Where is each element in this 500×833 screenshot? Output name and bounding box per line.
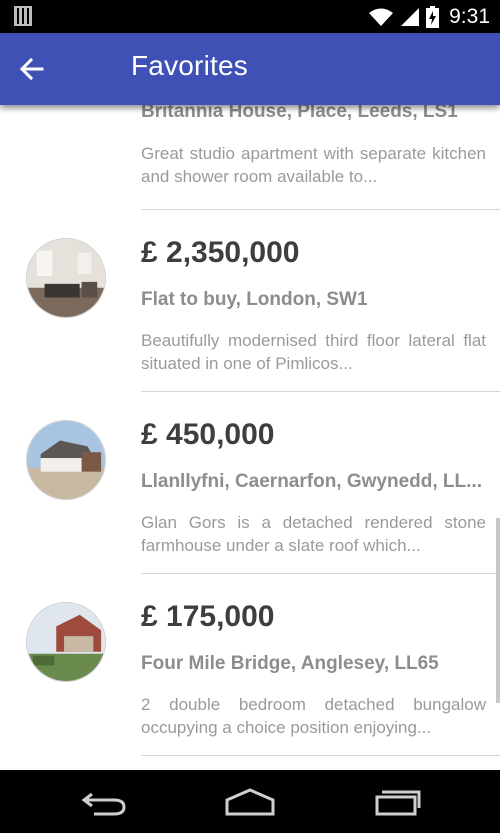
back-nav-icon[interactable] <box>80 788 130 816</box>
property-address: Llanllyfni, Caernarfon, Gwynedd, LL... <box>141 471 482 492</box>
arrow-back-icon[interactable] <box>18 55 46 83</box>
property-photo <box>27 421 105 499</box>
navigation-bar <box>0 770 500 833</box>
home-nav-icon[interactable] <box>225 788 275 816</box>
list-item[interactable]: £ 2,350,000 Flat to buy, London, SW1 Bea… <box>0 210 500 392</box>
property-thumbnail <box>26 238 106 318</box>
property-price: £ 2,350,000 <box>141 236 300 269</box>
favorites-list[interactable]: Britannia House, Place, Leeds, LS1 Great… <box>0 33 500 770</box>
property-photo <box>27 239 105 317</box>
notification-icon <box>14 6 32 26</box>
property-thumbnail <box>26 602 106 682</box>
list-item[interactable]: £ 450,000 Llanllyfni, Caernarfon, Gwyned… <box>0 392 500 574</box>
property-address: Four Mile Bridge, Anglesey, LL65 <box>141 653 439 674</box>
divider <box>141 755 500 756</box>
battery-charging-icon <box>426 5 440 28</box>
property-price: £ 175,000 <box>141 600 275 633</box>
property-address: Flat to buy, London, SW1 <box>141 289 368 310</box>
status-bar: 9:31 <box>0 0 500 33</box>
list-item[interactable]: £ 175,000 Four Mile Bridge, Anglesey, LL… <box>0 574 500 756</box>
signal-icon <box>401 7 420 26</box>
property-photo <box>27 603 105 681</box>
property-price: £ 450,000 <box>141 418 275 451</box>
property-description: Glan Gors is a detached rendered stone f… <box>141 513 486 555</box>
scrollbar[interactable] <box>496 518 500 703</box>
property-description: Beautifully modernised third floor later… <box>141 331 486 373</box>
page-title: Favorites <box>131 50 248 81</box>
property-thumbnail <box>26 420 106 500</box>
property-description: 2 double bedroom detached bungalow occup… <box>141 695 486 737</box>
recent-apps-icon[interactable] <box>373 788 423 816</box>
property-description: Great studio apartment with separate kit… <box>141 144 486 186</box>
clock: 9:31 <box>449 4 490 28</box>
wifi-icon <box>369 8 394 26</box>
app-bar: Favorites <box>0 33 500 105</box>
